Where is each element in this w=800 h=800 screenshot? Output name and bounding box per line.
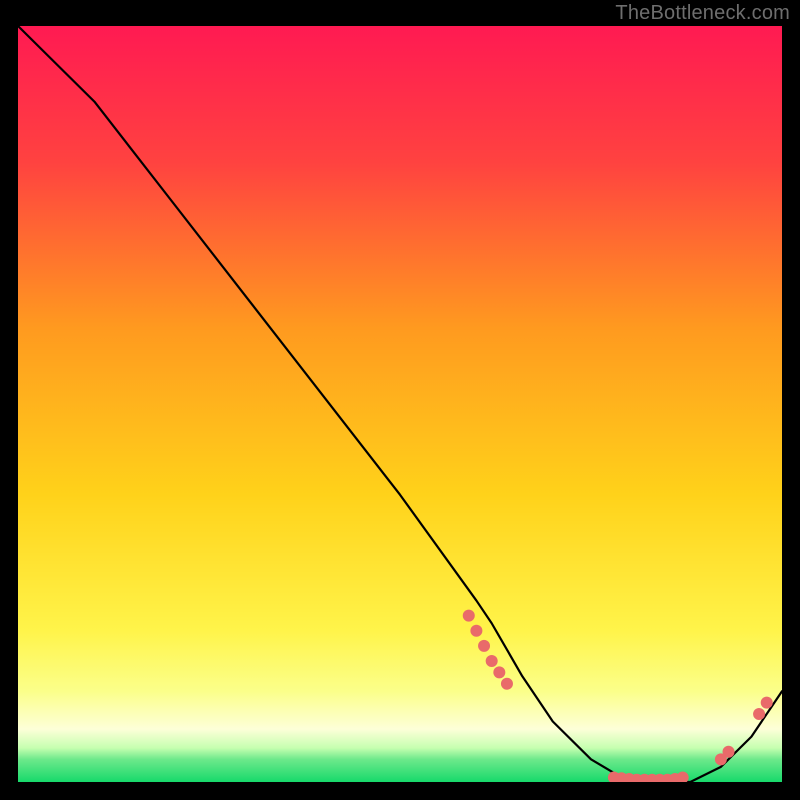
data-point-marker [761, 697, 773, 709]
data-point-marker [478, 640, 490, 652]
gradient-background [18, 26, 782, 782]
data-point-marker [470, 625, 482, 637]
data-point-marker [486, 655, 498, 667]
data-point-marker [501, 678, 513, 690]
data-point-marker [753, 708, 765, 720]
watermark-text: TheBottleneck.com [615, 2, 790, 25]
plot-area [18, 26, 782, 782]
chart-stage: TheBottleneck.com [0, 0, 800, 800]
bottleneck-chart-svg [18, 26, 782, 782]
data-point-marker [723, 746, 735, 758]
data-point-marker [493, 666, 505, 678]
data-point-marker [463, 610, 475, 622]
